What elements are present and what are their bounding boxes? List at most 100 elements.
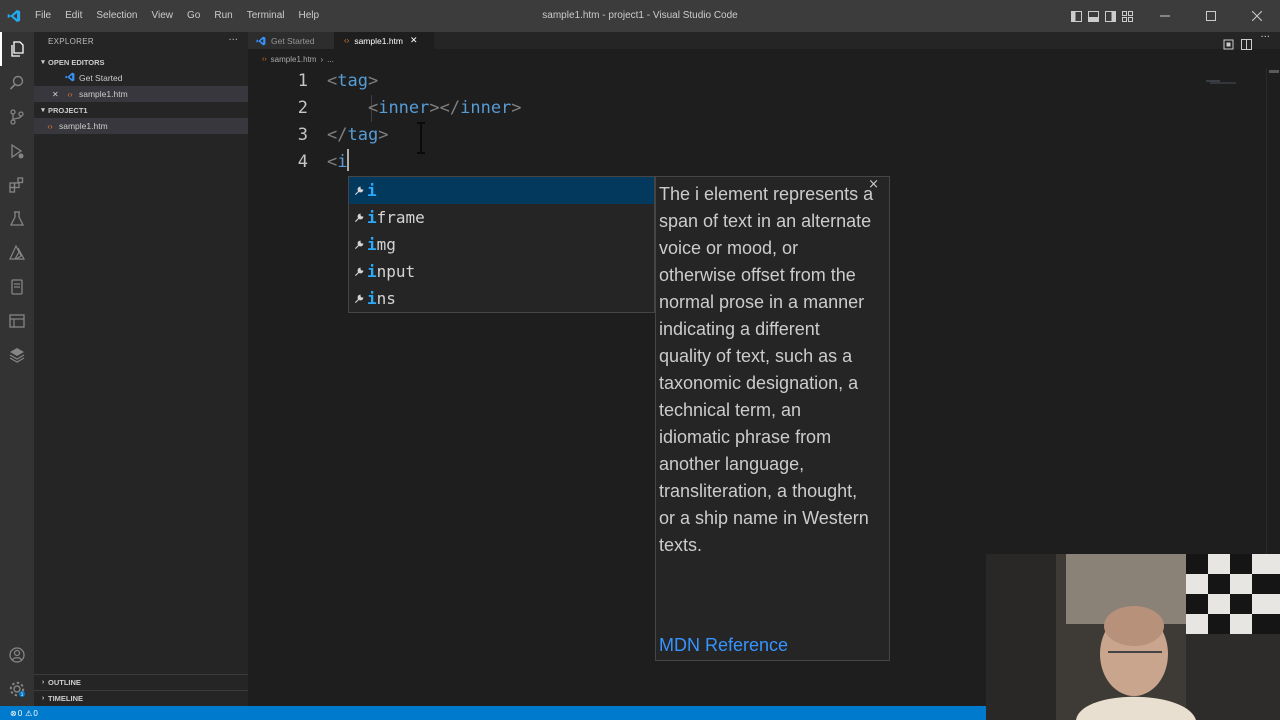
minimap-slider[interactable]: [1269, 70, 1279, 73]
suggest-match: i: [367, 289, 377, 308]
suggest-rest: ns: [376, 289, 396, 308]
close-editor-icon[interactable]: ✕: [52, 90, 64, 99]
suggest-item[interactable]: i ns: [349, 285, 654, 312]
menu-run[interactable]: Run: [207, 0, 239, 32]
code-line[interactable]: 4 <i: [248, 149, 1280, 176]
close-icon[interactable]: ×: [868, 177, 879, 192]
close-window-icon[interactable]: [1234, 0, 1280, 32]
menu-view[interactable]: View: [145, 0, 181, 32]
breadcrumb-file[interactable]: sample1.htm: [271, 55, 317, 64]
problems-status[interactable]: ⊗ 0 ⚠ 0: [10, 709, 38, 718]
toggle-secondary-sidebar-icon[interactable]: [1102, 0, 1119, 32]
vscode-icon: [64, 72, 76, 84]
testing-icon[interactable]: [0, 202, 34, 236]
minimize-icon[interactable]: [1142, 0, 1188, 32]
suggest-item[interactable]: i mg: [349, 231, 654, 258]
code-token: tag: [337, 71, 368, 91]
wrench-icon: [351, 293, 367, 304]
files-icon[interactable]: [0, 32, 34, 66]
tab-sample1[interactable]: ‹› sample1.htm ✕: [334, 32, 434, 49]
chevron-down-icon: ▾: [41, 59, 45, 66]
code-line[interactable]: 3 </tag>: [248, 122, 1280, 149]
vscode-icon: [256, 36, 266, 46]
open-editor-label: sample1.htm: [79, 89, 128, 99]
settings-gear-icon[interactable]: 1: [0, 672, 34, 706]
open-editors-section[interactable]: ▾ OPEN EDITORS: [34, 54, 248, 70]
breadcrumb-separator: ›: [320, 54, 324, 64]
toggle-primary-sidebar-icon[interactable]: [1068, 0, 1085, 32]
menu-terminal[interactable]: Terminal: [240, 0, 292, 32]
file-label: sample1.htm: [59, 121, 108, 131]
source-control-icon[interactable]: [0, 100, 34, 134]
azure-icon[interactable]: [0, 236, 34, 270]
code-token: <: [367, 98, 379, 118]
menu-edit[interactable]: Edit: [58, 0, 89, 32]
explorer-header: EXPLORER ···: [34, 32, 248, 49]
suggest-rest: frame: [376, 208, 425, 227]
panel-icon[interactable]: [0, 304, 34, 338]
open-editor-label: Get Started: [79, 73, 123, 83]
mdn-reference-link[interactable]: MDN Reference: [659, 635, 788, 656]
suggest-match: i: [367, 181, 377, 200]
split-editor-icon[interactable]: [1241, 35, 1252, 54]
wrench-icon: [351, 212, 367, 223]
open-editor-sample1[interactable]: ✕ ‹› sample1.htm: [34, 86, 248, 102]
outline-heading: OUTLINE: [48, 678, 81, 687]
svg-text:1: 1: [21, 692, 24, 698]
warning-icon: ⚠: [25, 708, 33, 718]
outline-section[interactable]: › OUTLINE: [34, 674, 248, 690]
explorer-title: EXPLORER: [48, 37, 94, 46]
remote-explorer-icon[interactable]: [0, 270, 34, 304]
file-sample1[interactable]: ‹› sample1.htm: [34, 118, 248, 134]
search-icon[interactable]: [0, 66, 34, 100]
suggest-item[interactable]: i nput: [349, 258, 654, 285]
code-token: <: [327, 152, 338, 172]
code-token: >: [378, 125, 389, 145]
suggest-rest: mg: [376, 235, 396, 254]
title-controls: [1068, 0, 1280, 32]
project-section[interactable]: ▾ PROJECT1: [34, 102, 248, 118]
menu-selection[interactable]: Selection: [89, 0, 144, 32]
code-token: >: [511, 98, 522, 118]
chevron-right-icon: ›: [41, 679, 45, 686]
code-token: <: [327, 71, 338, 91]
title-bar: File Edit Selection View Go Run Terminal Help s…: [0, 0, 1280, 32]
code-token: ></: [429, 98, 461, 118]
breadcrumb-more[interactable]: ...: [327, 55, 334, 64]
run-debug-icon[interactable]: [0, 134, 34, 168]
webcam-overlay: [986, 554, 1280, 720]
wrench-icon: [351, 239, 367, 250]
timeline-section[interactable]: › TIMELINE: [34, 690, 248, 706]
toggle-panel-icon[interactable]: [1085, 0, 1102, 32]
menu-help[interactable]: Help: [292, 0, 327, 32]
maximize-icon[interactable]: [1188, 0, 1234, 32]
open-editor-get-started[interactable]: Get Started: [34, 70, 248, 86]
docker-icon[interactable]: [0, 338, 34, 372]
accounts-icon[interactable]: [0, 638, 34, 672]
customize-layout-icon[interactable]: [1119, 0, 1136, 32]
tab-get-started[interactable]: Get Started: [248, 32, 334, 49]
more-actions-icon[interactable]: ···: [1260, 32, 1270, 43]
more-actions-icon[interactable]: ···: [228, 35, 238, 46]
menu-file[interactable]: File: [28, 0, 58, 32]
error-icon: ⊗: [10, 708, 17, 718]
minimap[interactable]: [1206, 69, 1264, 84]
close-tab-icon[interactable]: ✕: [410, 35, 418, 46]
suggest-match: i: [367, 262, 377, 281]
vscode-logo-icon: [0, 0, 28, 32]
suggest-item[interactable]: i frame: [349, 204, 654, 231]
suggest-item[interactable]: i: [349, 177, 654, 204]
code-line[interactable]: 1 <tag>: [248, 68, 1280, 95]
line-number: 4: [297, 152, 308, 172]
code-line[interactable]: 2 <inner></inner>: [248, 95, 1280, 122]
open-changes-icon[interactable]: [1223, 35, 1234, 54]
tab-bar: Get Started ‹› sample1.htm ✕ ···: [248, 32, 1280, 50]
open-editors-heading: OPEN EDITORS: [48, 57, 105, 67]
project-heading: PROJECT1: [48, 105, 88, 115]
line-number: 3: [297, 125, 308, 145]
wrench-icon: [351, 266, 367, 277]
warning-count: 0: [33, 708, 38, 718]
menu-go[interactable]: Go: [180, 0, 207, 32]
extensions-icon[interactable]: [0, 168, 34, 202]
